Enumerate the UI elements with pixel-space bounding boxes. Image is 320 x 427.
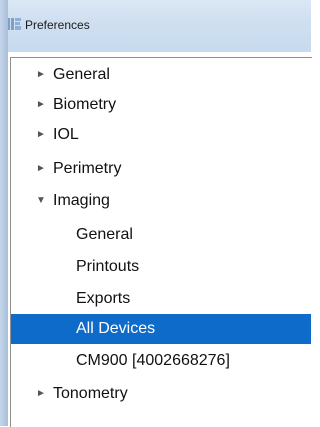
tree-item-label: Biometry [53,96,117,113]
tree-item-label: IOL [53,126,79,143]
tree-item-label: Perimetry [53,160,122,177]
tree-item-label: CM900 [4002668276] [76,352,230,369]
tree-item-label: All Devices [76,320,156,337]
triangle-right-icon[interactable]: ► [35,121,47,149]
tree-item-general[interactable]: ► General [11,61,311,89]
tree-item-perimetry[interactable]: ► Perimetry [11,155,311,183]
tree-item-label: Imaging [53,192,110,209]
triangle-right-icon[interactable]: ► [35,155,47,183]
tree-item-all-devices[interactable]: All Devices [11,314,311,344]
tree-item-cm900[interactable]: CM900 [4002668276] [11,347,311,375]
triangle-right-icon[interactable]: ► [35,61,47,89]
triangle-right-icon[interactable]: ► [35,380,47,408]
title-bar[interactable]: Preferences [0,0,311,53]
triangle-right-icon[interactable]: ► [35,91,47,119]
preferences-window: Preferences ► General ► Biometry ► IOL ►… [0,0,312,427]
tree-item-label: General [53,66,110,83]
tree-item-iol[interactable]: ► IOL [11,121,311,149]
tree-item-imaging-general[interactable]: General [11,221,311,249]
tree-item-label: Tonometry [53,385,128,402]
triangle-down-icon[interactable]: ▼ [35,187,47,215]
tree-item-label: General [76,226,133,243]
window-frame-left [0,0,8,426]
tree-item-label: Exports [76,290,131,307]
tree-item-imaging-exports[interactable]: Exports [11,285,311,313]
tree-item-imaging-printouts[interactable]: Printouts [11,253,311,281]
tree-item-label: Printouts [76,258,140,275]
tree-item-imaging[interactable]: ▼ Imaging [11,187,311,215]
tree-item-biometry[interactable]: ► Biometry [11,91,311,119]
tree-item-tonometry[interactable]: ► Tonometry [11,380,311,408]
window-title: Preferences [25,18,90,32]
app-logo-icon [7,18,21,30]
